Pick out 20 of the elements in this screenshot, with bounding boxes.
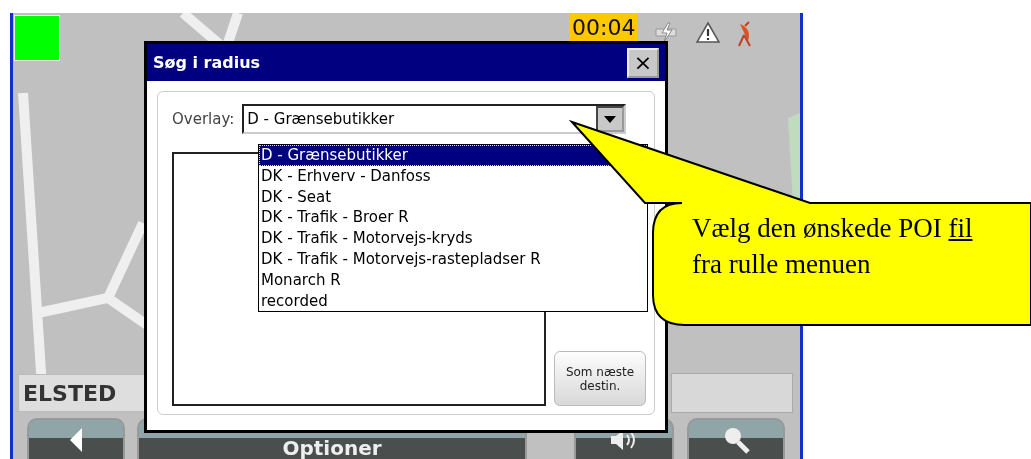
status-indicator — [14, 15, 60, 61]
search-button[interactable] — [687, 418, 785, 459]
overlay-label: Overlay: — [172, 110, 235, 128]
dropdown-option[interactable]: DK - Trafik - Broer R — [259, 207, 647, 229]
callout-text: Vælg den ønskede POI fil fra rulle menuen — [692, 212, 974, 281]
close-button[interactable]: × — [627, 47, 659, 78]
dropdown-option[interactable]: recorded — [259, 290, 647, 312]
dropdown-option[interactable]: DK - Trafik - Motorvejs-rastepladser R — [259, 249, 647, 270]
next-destination-button[interactable]: Som næste destin. — [554, 351, 646, 406]
dropdown-option[interactable]: DK - Trafik - Motorvejs-kryds — [259, 228, 647, 249]
dropdown-button[interactable] — [596, 106, 625, 132]
dialog-title: Søg i radius — [153, 53, 261, 72]
dropdown-option[interactable]: Monarch R — [259, 269, 647, 291]
warning-icon — [696, 21, 721, 43]
down-triangle-icon — [604, 115, 617, 123]
back-button[interactable] — [27, 418, 125, 459]
left-arrow-icon — [69, 426, 83, 453]
elapsed-time: 00:04 — [569, 13, 639, 42]
place-name: ELSTED — [18, 374, 146, 412]
overlay-dropdown[interactable]: D - Grænsebutikker — [242, 104, 627, 134]
